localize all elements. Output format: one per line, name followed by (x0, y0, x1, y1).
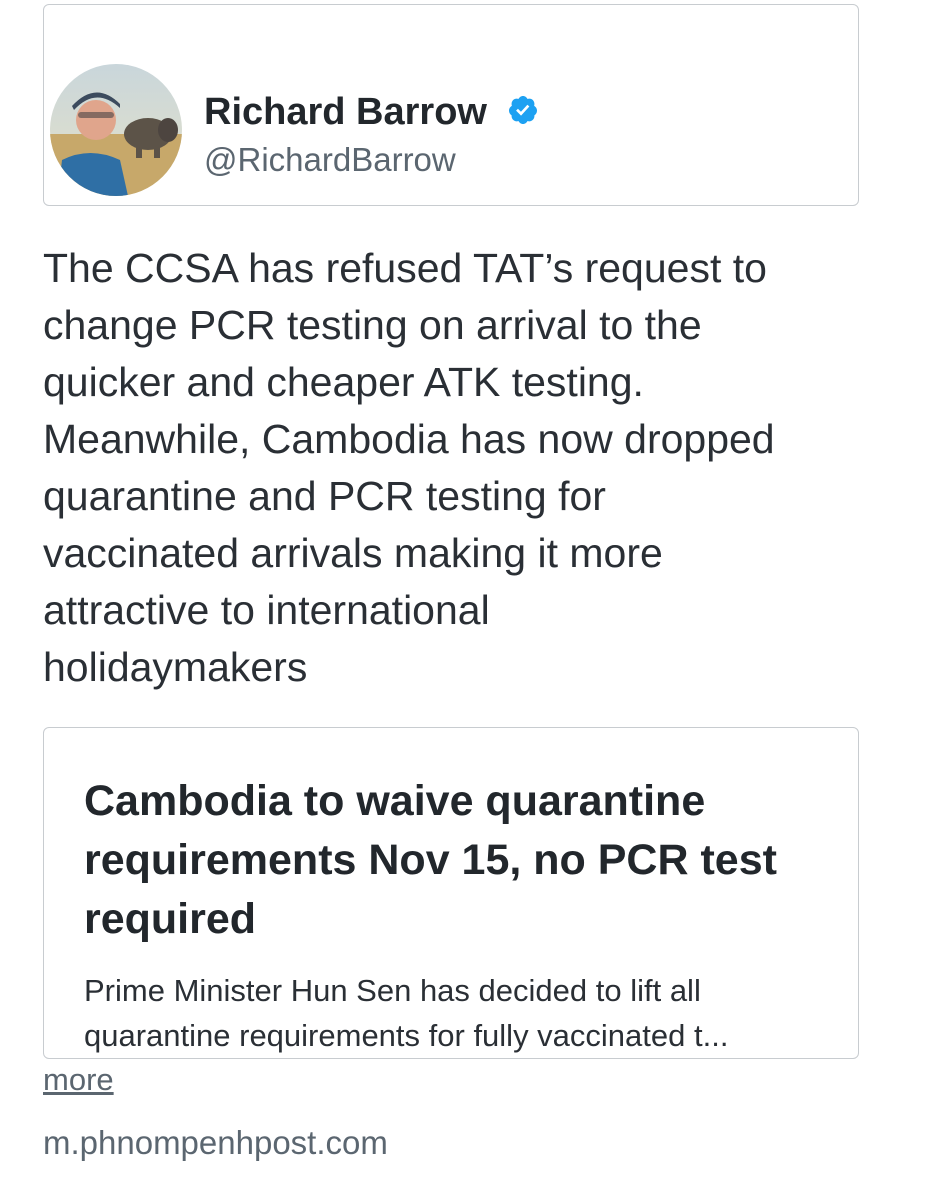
link-card-title[interactable]: Cambodia to waive quarantine requirement… (84, 772, 824, 949)
verified-badge-icon (507, 94, 539, 126)
tweet-text: The CCSA has refused TAT’s request to ch… (43, 245, 775, 690)
more-link[interactable]: more (43, 1062, 114, 1098)
link-preview-card[interactable]: Cambodia to waive quarantine requirement… (43, 727, 859, 1059)
link-card-description: Prime Minister Hun Sen has decided to li… (84, 973, 729, 1053)
author-name[interactable]: Richard Barrow (204, 91, 487, 134)
author-handle[interactable]: @RichardBarrow (204, 141, 456, 179)
author-card[interactable]: Richard Barrow @RichardBarrow (43, 4, 859, 206)
profile-photo-icon[interactable] (50, 64, 182, 196)
source-domain: m.phnompenhpost.com (43, 1124, 388, 1161)
